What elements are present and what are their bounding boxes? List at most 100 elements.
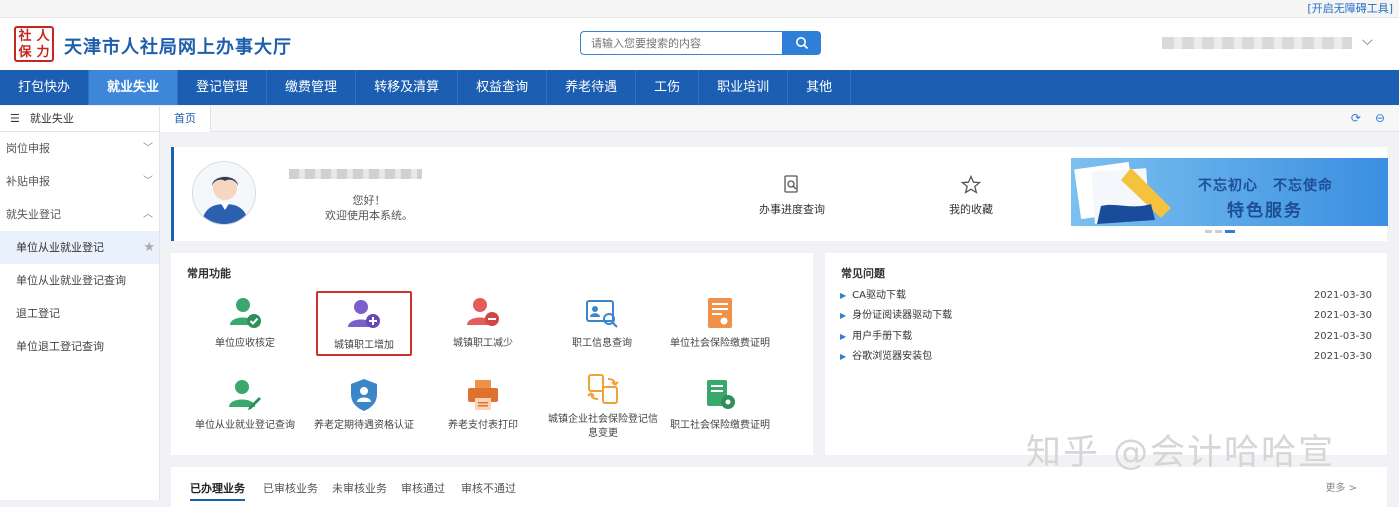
function-label: 职工信息查询: [572, 338, 632, 349]
faq-title: 常见问题: [841, 267, 885, 280]
user-check-icon: [230, 298, 261, 328]
more-options-icon[interactable]: ⊖: [1375, 111, 1385, 125]
function-pension-qualification[interactable]: 养老定期待遇资格认证: [304, 377, 424, 433]
function-label: 单位应收核定: [215, 338, 275, 349]
function-label: 单位从业就业登记查询: [195, 420, 295, 431]
triangle-right-icon: ▶: [840, 311, 847, 320]
nav-item-injury[interactable]: 工伤: [636, 70, 700, 105]
tab-completed-business[interactable]: 已办理业务: [190, 480, 245, 501]
faq-item[interactable]: ▶ CA驱动下载 2021-03-30: [840, 286, 1372, 306]
sidebar-group-label: 补贴申报: [6, 175, 50, 188]
search-icon: [795, 37, 808, 50]
function-employment-registration-query[interactable]: 单位从业就业登记查询: [185, 377, 305, 433]
site-title: 天津市人社局网上办事大厅: [64, 37, 292, 58]
id-card-search-icon: [586, 300, 618, 328]
search-box: [580, 31, 821, 55]
logo-char: 人: [36, 29, 50, 44]
function-pension-print[interactable]: 养老支付表打印: [423, 377, 543, 433]
logo-char: 保: [18, 44, 32, 60]
star-outline-icon: [961, 175, 981, 194]
faq-item[interactable]: ▶ 谷歌浏览器安装包 2021-03-30: [840, 347, 1372, 367]
sidebar-group-label: 就失业登记: [6, 208, 61, 221]
function-unit-insurance-cert[interactable]: 单位社会保险缴费证明: [661, 295, 779, 351]
carousel-dots[interactable]: [1205, 230, 1235, 233]
user-name-blurred[interactable]: [1162, 37, 1352, 49]
nav-item-other[interactable]: 其他: [788, 70, 852, 105]
function-employee-info-query[interactable]: 职工信息查询: [542, 295, 662, 351]
site-logo: 社 人 保 力: [14, 26, 54, 62]
avatar: [192, 161, 256, 225]
sidebar-heading[interactable]: ☰ 就业失业: [0, 106, 159, 132]
banner-line2: 特色服务: [1227, 201, 1303, 221]
sidebar-heading-label: 就业失业: [29, 111, 74, 125]
tab-unreviewed-business[interactable]: 未审核业务: [332, 480, 387, 496]
sidebar-item-employment-registration-query[interactable]: 单位从业就业登记查询: [0, 264, 159, 297]
favorites-label: 我的收藏: [949, 203, 993, 216]
function-label: 单位社会保险缴费证明: [670, 338, 770, 349]
document-gear-icon: [707, 380, 735, 409]
sidebar-item-resignation-registration[interactable]: 退工登记: [0, 297, 159, 330]
search-input[interactable]: [580, 31, 782, 55]
nav-item-pension[interactable]: 养老待遇: [547, 70, 637, 105]
function-reduce-employee[interactable]: 城镇职工减少: [423, 295, 543, 351]
function-unit-receivable[interactable]: 单位应收核定: [185, 295, 305, 351]
function-add-employee[interactable]: 城镇职工增加: [316, 291, 412, 356]
user-remove-icon: [467, 298, 499, 326]
nav-item-employment[interactable]: 就业失业: [89, 70, 179, 105]
banner[interactable]: 不忘初心 不忘使命 特色服务: [1071, 158, 1388, 226]
tab-rejected[interactable]: 审核不通过: [461, 480, 516, 496]
function-label: 养老支付表打印: [448, 420, 518, 431]
tab-bar: 首页 ⟳ ⊖: [160, 106, 1399, 132]
progress-query-link[interactable]: 办事进度查询: [759, 175, 825, 217]
faq-date: 2021-03-30: [1313, 331, 1372, 342]
nav-item-transfer[interactable]: 转移及清算: [356, 70, 459, 105]
function-enterprise-info-change[interactable]: 城镇企业社会保险登记信息变更: [544, 371, 662, 441]
refresh-icon[interactable]: ⟳: [1351, 111, 1361, 125]
sidebar-group-label: 岗位申报: [6, 142, 50, 155]
document-search-icon: [784, 175, 798, 193]
more-link[interactable]: 更多 >: [1325, 479, 1357, 494]
nav-item-registration[interactable]: 登记管理: [178, 70, 268, 105]
user-name-blurred: [289, 169, 422, 179]
faq-date: 2021-03-30: [1313, 351, 1372, 362]
accessibility-tools-link[interactable]: [开启无障碍工具]: [0, 0, 1399, 18]
faq-item[interactable]: ▶ 用户手册下载 2021-03-30: [840, 327, 1372, 347]
star-icon[interactable]: ★: [143, 231, 155, 264]
chevron-up-icon: ︿: [143, 209, 153, 220]
welcome-panel: 您好！ 欢迎使用本系统。 办事进度查询 我的收藏 不忘初心 不忘使命 特色服务: [171, 147, 1388, 241]
nav-item-rights[interactable]: 权益查询: [458, 70, 548, 105]
function-label: 养老定期待遇资格认证: [314, 420, 414, 431]
printer-icon: [468, 380, 498, 410]
sidebar-item-label: 单位从业就业登记: [16, 241, 104, 254]
function-label: 职工社会保险缴费证明: [670, 420, 770, 431]
tab-reviewed-business[interactable]: 已审核业务: [263, 480, 318, 496]
triangle-right-icon: ▶: [840, 291, 847, 300]
sidebar-group-subsidy[interactable]: 补贴申报 ﹀: [0, 165, 159, 198]
favorites-link[interactable]: 我的收藏: [949, 175, 993, 217]
nav-item-training[interactable]: 职业培训: [699, 70, 789, 105]
faq-item[interactable]: ▶ 身份证阅读器驱动下载 2021-03-30: [840, 306, 1372, 326]
function-employee-insurance-cert[interactable]: 职工社会保险缴费证明: [661, 377, 779, 433]
search-button[interactable]: [782, 31, 821, 55]
nav-item-payment[interactable]: 缴费管理: [267, 70, 357, 105]
sidebar-item-resignation-query[interactable]: 单位退工登记查询: [0, 330, 159, 363]
chevron-down-icon[interactable]: ⌵: [1362, 33, 1373, 49]
watermark: 知乎 @会计哈哈宣: [1026, 433, 1336, 473]
sidebar-group-job-post[interactable]: 岗位申报 ﹀: [0, 132, 159, 165]
logo-char: 社: [18, 29, 32, 44]
tab-home[interactable]: 首页: [160, 106, 211, 132]
function-label: 城镇职工减少: [453, 338, 513, 349]
faq-date: 2021-03-30: [1313, 310, 1372, 321]
faq-date: 2021-03-30: [1313, 290, 1372, 301]
sidebar-group-unemployment[interactable]: 就失业登记 ︿: [0, 198, 159, 231]
common-functions-panel: 常用功能 单位应收核定 城镇职工增加 城镇职工减少 职工信息查询 单位社会保险缴…: [171, 253, 813, 455]
welcome-text: 您好！ 欢迎使用本系统。: [324, 193, 414, 223]
nav-item-package[interactable]: 打包快办: [0, 70, 90, 105]
user-avatar-icon: [201, 176, 249, 224]
progress-query-label: 办事进度查询: [759, 203, 825, 216]
sidebar-item-employment-registration[interactable]: 单位从业就业登记 ★: [0, 231, 159, 264]
site-header: 社 人 保 力 天津市人社局网上办事大厅 ⌵: [0, 18, 1399, 70]
greeting: 您好！: [352, 194, 386, 207]
main-nav: 打包快办 就业失业 登记管理 缴费管理 转移及清算 权益查询 养老待遇 工伤 职…: [0, 70, 1399, 105]
tab-approved[interactable]: 审核通过: [401, 480, 445, 496]
